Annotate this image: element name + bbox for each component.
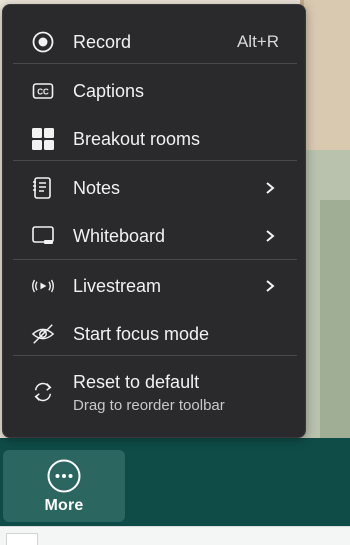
notes-icon xyxy=(31,176,55,200)
breakout-rooms-icon xyxy=(31,127,55,151)
menu-item-label: Reset to default xyxy=(73,372,200,392)
menu-item-start-focus-mode[interactable]: Start focus mode xyxy=(3,312,307,356)
menu-divider xyxy=(13,63,297,64)
window-bottom-strip xyxy=(0,526,350,545)
more-button-label: More xyxy=(44,496,84,514)
menu-item-notes[interactable]: Notes xyxy=(3,166,307,210)
more-menu: Record Alt+R CC Captions Breakout rooms xyxy=(2,4,306,438)
menu-item-label: Notes xyxy=(73,177,121,198)
livestream-icon xyxy=(31,274,55,298)
menu-divider xyxy=(13,259,297,260)
svg-text:CC: CC xyxy=(37,88,49,97)
record-shortcut: Alt+R xyxy=(236,32,279,51)
captions-icon: CC xyxy=(31,79,55,103)
menu-item-captions[interactable]: CC Captions xyxy=(3,69,307,113)
menu-item-reset-to-default[interactable]: Reset to default Drag to reorder toolbar xyxy=(3,364,307,420)
menu-item-livestream[interactable]: Livestream xyxy=(3,264,307,308)
menu-item-label: Record xyxy=(73,31,132,52)
reset-icon xyxy=(31,380,55,404)
more-icon xyxy=(47,459,81,492)
chevron-right-icon xyxy=(266,230,275,242)
menu-item-sublabel: Drag to reorder toolbar xyxy=(73,397,225,414)
menu-item-label: Captions xyxy=(73,80,145,101)
menu-item-breakout-rooms[interactable]: Breakout rooms xyxy=(3,117,307,161)
background-picture-frame xyxy=(300,0,350,150)
menu-item-label: Livestream xyxy=(73,275,162,296)
menu-item-label: Whiteboard xyxy=(73,225,166,246)
menu-divider xyxy=(13,160,297,161)
more-button[interactable]: More xyxy=(3,450,125,522)
focus-mode-icon xyxy=(31,322,55,346)
menu-item-label: Breakout rooms xyxy=(73,128,201,149)
whiteboard-icon xyxy=(31,224,55,248)
menu-item-whiteboard[interactable]: Whiteboard xyxy=(3,214,307,258)
menu-item-record[interactable]: Record Alt+R xyxy=(3,20,307,64)
bottom-tab xyxy=(6,533,38,545)
chevron-right-icon xyxy=(266,280,275,292)
menu-item-label: Start focus mode xyxy=(73,323,210,344)
record-icon xyxy=(31,30,55,54)
menu-divider xyxy=(13,355,297,356)
chevron-right-icon xyxy=(266,182,275,194)
background-plant-leaves xyxy=(320,200,350,440)
